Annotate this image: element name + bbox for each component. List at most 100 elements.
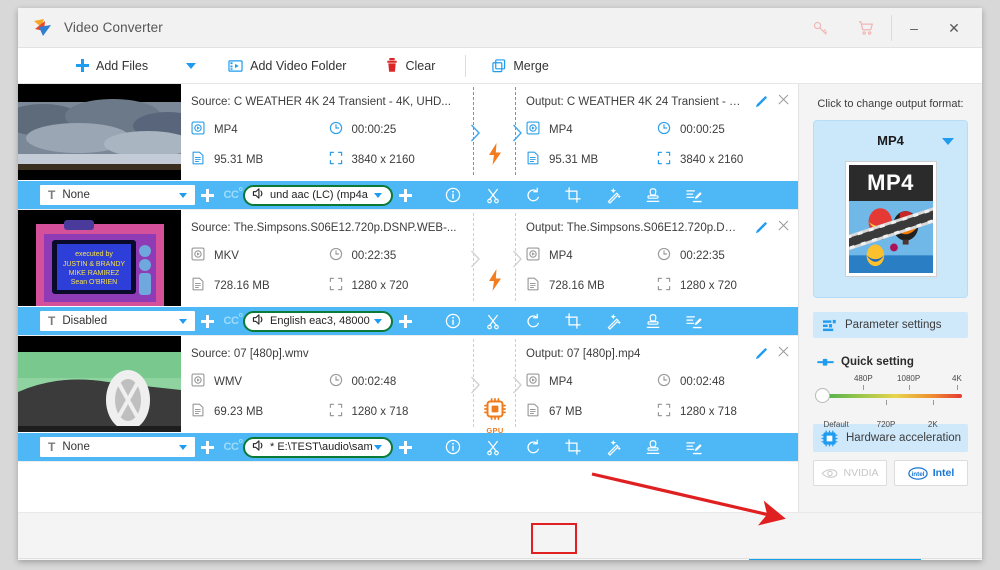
audio-select[interactable]: * E:\TEST\audio\sam bbox=[243, 436, 393, 458]
quality-slider[interactable]: 480P 1080P 4K Default 720P 2K bbox=[815, 374, 966, 429]
row-tool-buttons bbox=[433, 433, 713, 461]
add-subtitle-button[interactable] bbox=[195, 181, 219, 209]
info-button[interactable] bbox=[433, 307, 473, 335]
remove-file-button[interactable] bbox=[776, 93, 790, 107]
clear-button[interactable]: Clear bbox=[378, 48, 443, 84]
rename-output-button[interactable] bbox=[754, 347, 768, 366]
source-duration: 00:22:35 bbox=[329, 247, 467, 264]
add-video-folder-label: Add Video Folder bbox=[250, 58, 347, 73]
add-audio-button[interactable] bbox=[393, 307, 417, 335]
add-audio-button[interactable] bbox=[393, 433, 417, 461]
plus-icon bbox=[200, 314, 214, 328]
subtitle-select[interactable]: T None bbox=[40, 185, 195, 205]
file-row[interactable]: Source: C WEATHER 4K 24 Transient - 4K, … bbox=[18, 84, 798, 210]
rename-output-button[interactable] bbox=[754, 95, 768, 114]
add-files-dropdown[interactable] bbox=[178, 48, 204, 84]
source-size: 69.23 MB bbox=[191, 403, 329, 420]
parameter-settings-button[interactable]: Parameter settings bbox=[813, 312, 968, 338]
plus-icon bbox=[200, 440, 214, 454]
cart-icon[interactable] bbox=[843, 8, 889, 48]
subtitle-select[interactable]: T Disabled bbox=[40, 311, 195, 331]
output-resolution: 3840 x 2160 bbox=[657, 151, 788, 168]
key-icon[interactable] bbox=[797, 8, 843, 48]
audio-select[interactable]: English eac3, 48000 bbox=[243, 310, 393, 332]
file-row[interactable]: Source: 07 [480p].wmv WMV 00:02:48 69.23… bbox=[18, 336, 798, 462]
subtitle-edit-button[interactable] bbox=[673, 181, 713, 209]
rename-output-button[interactable] bbox=[754, 221, 768, 240]
intel-label: Intel bbox=[932, 467, 955, 479]
cut-button[interactable] bbox=[473, 181, 513, 209]
effect-button[interactable] bbox=[593, 307, 633, 335]
nvidia-button[interactable]: NVIDIA bbox=[813, 460, 887, 486]
watermark-button[interactable] bbox=[633, 307, 673, 335]
slider-track[interactable] bbox=[823, 394, 962, 398]
audio-select[interactable]: und aac (LC) (mp4a bbox=[243, 184, 393, 206]
add-subtitle-button[interactable] bbox=[195, 307, 219, 335]
close-button[interactable]: ✕ bbox=[934, 8, 974, 48]
format-icon bbox=[526, 247, 540, 264]
info-button[interactable] bbox=[433, 181, 473, 209]
video-thumbnail[interactable]: executed by JUSTIN & BRANDY MIKE RAMIREZ… bbox=[18, 210, 181, 306]
remove-file-button[interactable] bbox=[776, 219, 790, 233]
output-format-card[interactable]: MP4 MP4 bbox=[813, 120, 968, 298]
chevron-down-icon bbox=[186, 62, 197, 69]
sidebar-hint: Click to change output format: bbox=[817, 98, 964, 110]
speaker-icon bbox=[252, 313, 266, 329]
source-duration: 00:00:25 bbox=[329, 121, 467, 138]
svg-text:intel: intel bbox=[911, 471, 924, 478]
convert-bolt-icon bbox=[480, 268, 510, 297]
remove-file-button[interactable] bbox=[776, 345, 790, 359]
speaker-icon bbox=[252, 439, 266, 455]
minimize-button[interactable]: – bbox=[894, 8, 934, 48]
rotate-button[interactable] bbox=[513, 433, 553, 461]
closed-caption-button[interactable]: CC o bbox=[219, 181, 243, 209]
video-thumbnail[interactable] bbox=[18, 84, 181, 180]
add-files-button[interactable]: Add Files bbox=[68, 48, 156, 84]
bottom-bar: Output folder: C:\Users\Administrator\De… bbox=[18, 558, 982, 560]
source-size: 728.16 MB bbox=[191, 277, 329, 294]
rotate-button[interactable] bbox=[513, 181, 553, 209]
chevron-right-icon bbox=[470, 250, 480, 268]
slider-knob[interactable] bbox=[815, 388, 830, 403]
effect-button[interactable] bbox=[593, 433, 633, 461]
format-icon bbox=[191, 373, 205, 390]
file-row[interactable]: executed by JUSTIN & BRANDY MIKE RAMIREZ… bbox=[18, 210, 798, 336]
subtitle-edit-button[interactable] bbox=[673, 433, 713, 461]
add-video-folder-button[interactable]: Add Video Folder bbox=[220, 48, 354, 84]
crop-button[interactable] bbox=[553, 307, 593, 335]
output-duration: 00:00:25 bbox=[657, 121, 788, 138]
video-thumbnail[interactable] bbox=[18, 336, 181, 432]
cut-button[interactable] bbox=[473, 307, 513, 335]
cc-icon: CC o bbox=[223, 186, 243, 201]
info-button[interactable] bbox=[433, 433, 473, 461]
subtitle-select[interactable]: T None bbox=[40, 437, 195, 457]
clear-label: Clear bbox=[405, 58, 436, 73]
svg-text:Sean O'BRIEN: Sean O'BRIEN bbox=[71, 279, 117, 286]
add-audio-button[interactable] bbox=[393, 181, 417, 209]
closed-caption-button[interactable]: CC o bbox=[219, 433, 243, 461]
watermark-button[interactable] bbox=[633, 181, 673, 209]
cut-button[interactable] bbox=[473, 433, 513, 461]
subtitle-edit-button[interactable] bbox=[673, 307, 713, 335]
crop-button[interactable] bbox=[553, 433, 593, 461]
clock-icon bbox=[657, 121, 671, 138]
rotate-button[interactable] bbox=[513, 307, 553, 335]
closed-caption-button[interactable]: CC o bbox=[219, 307, 243, 335]
merge-icon bbox=[492, 58, 506, 72]
title-bar: Video Converter – ✕ bbox=[18, 8, 982, 48]
crop-button[interactable] bbox=[553, 181, 593, 209]
trash-icon bbox=[387, 58, 398, 72]
source-resolution: 1280 x 720 bbox=[329, 277, 467, 294]
clock-icon bbox=[329, 373, 343, 390]
intel-button[interactable]: intel Intel bbox=[894, 460, 968, 486]
merge-button[interactable]: Merge bbox=[484, 48, 556, 84]
chevron-down-icon[interactable] bbox=[942, 138, 954, 145]
output-format: MP4 bbox=[526, 121, 657, 138]
intel-icon: intel bbox=[907, 466, 928, 480]
resolution-icon bbox=[329, 403, 343, 420]
add-subtitle-button[interactable] bbox=[195, 433, 219, 461]
effect-button[interactable] bbox=[593, 181, 633, 209]
watermark-button[interactable] bbox=[633, 433, 673, 461]
audio-value: English eac3, 48000 bbox=[270, 315, 370, 327]
run-button[interactable]: Run bbox=[749, 559, 921, 560]
